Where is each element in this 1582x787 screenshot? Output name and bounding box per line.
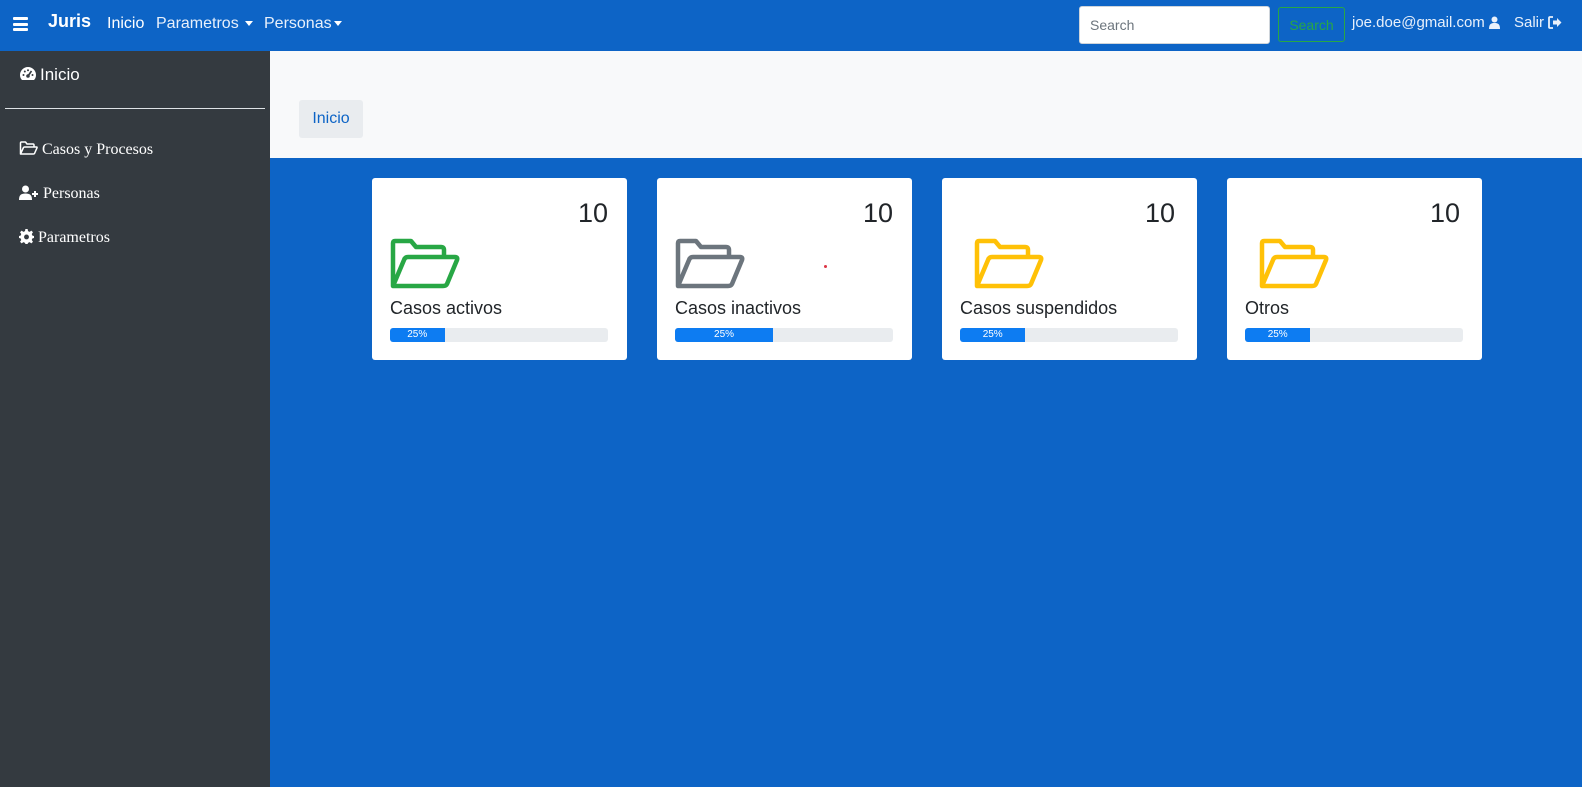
search-input[interactable] (1079, 6, 1270, 44)
folder-open-icon (974, 238, 1044, 289)
progress-track: 25% (390, 328, 608, 342)
menu-toggle-icon[interactable] (13, 17, 28, 31)
folder-open-icon (19, 141, 38, 155)
gear-icon (19, 229, 34, 244)
progress-bar: 25% (675, 328, 774, 342)
progress-bar: 25% (1245, 328, 1311, 342)
card-casos-activos[interactable]: 10 Casos activos 25% (372, 178, 627, 360)
caret-down-icon (333, 21, 342, 27)
card-casos-suspendidos[interactable]: 10 Casos suspendidos 25% (942, 178, 1197, 360)
search-button[interactable]: Search (1278, 7, 1345, 42)
page-header: Inicio (270, 51, 1582, 158)
card-count: 10 (862, 198, 893, 228)
card-label: Casos suspendidos (960, 298, 1118, 318)
progress-bar: 25% (390, 328, 445, 342)
folder-open-icon (1259, 238, 1329, 289)
user-plus-icon (19, 185, 38, 200)
card-count: 10 (1144, 198, 1175, 228)
card-count: 10 (1429, 198, 1460, 228)
nav-parametros-dropdown[interactable]: Parametros (156, 15, 253, 33)
card-otros[interactable]: 10 Otros 25% (1227, 178, 1482, 360)
nav-inicio[interactable]: Inicio (107, 15, 144, 33)
breadcrumb-inicio[interactable]: Inicio (299, 100, 363, 138)
sidebar-item-label: Personas (43, 185, 100, 202)
progress-track: 25% (1245, 328, 1463, 342)
logout-button[interactable]: Salir (1514, 14, 1562, 31)
dashboard-icon (20, 67, 36, 80)
progress-track: 25% (675, 328, 893, 342)
top-navbar: Juris Inicio Parametros Personas Search … (0, 0, 1582, 51)
sidebar-item-label: Casos y Procesos (42, 141, 154, 158)
card-casos-inactivos[interactable]: 10 Casos inactivos 25% (657, 178, 912, 360)
sidebar-item-label: Parametros (38, 229, 110, 246)
card-label: Casos activos (390, 298, 503, 318)
card-label: Casos inactivos (675, 298, 802, 318)
card-label: Otros (1245, 298, 1290, 318)
sidebar-item-label: Inicio (40, 65, 80, 84)
brand-logo[interactable]: Juris (48, 11, 91, 32)
sidebar-item-personas[interactable]: Personas (19, 185, 100, 203)
user-icon (1488, 16, 1500, 29)
nav-personas-label: Personas (264, 15, 332, 32)
user-email: joe.doe@gmail.com (1352, 14, 1485, 31)
sidebar-divider (5, 108, 265, 109)
sign-out-icon (1548, 16, 1562, 29)
progress-track: 25% (960, 328, 1178, 342)
folder-open-icon (675, 238, 745, 289)
sidebar-item-inicio[interactable]: Inicio (19, 65, 80, 85)
sidebar: Inicio Casos y Procesos Personas Paramet… (0, 51, 270, 787)
sidebar-item-casos[interactable]: Casos y Procesos (19, 141, 153, 159)
nav-personas-dropdown[interactable]: Personas (264, 15, 342, 33)
progress-bar: 25% (960, 328, 1026, 342)
nav-inicio-label: Inicio (107, 15, 145, 32)
cursor-marker (824, 265, 827, 268)
sidebar-item-parametros[interactable]: Parametros (19, 229, 110, 247)
folder-open-icon (390, 238, 460, 289)
caret-down-icon (244, 21, 253, 27)
card-count: 10 (577, 198, 608, 228)
user-account[interactable]: joe.doe@gmail.com (1352, 14, 1500, 31)
nav-parametros-label: Parametros (156, 15, 239, 32)
logout-label: Salir (1514, 14, 1545, 31)
